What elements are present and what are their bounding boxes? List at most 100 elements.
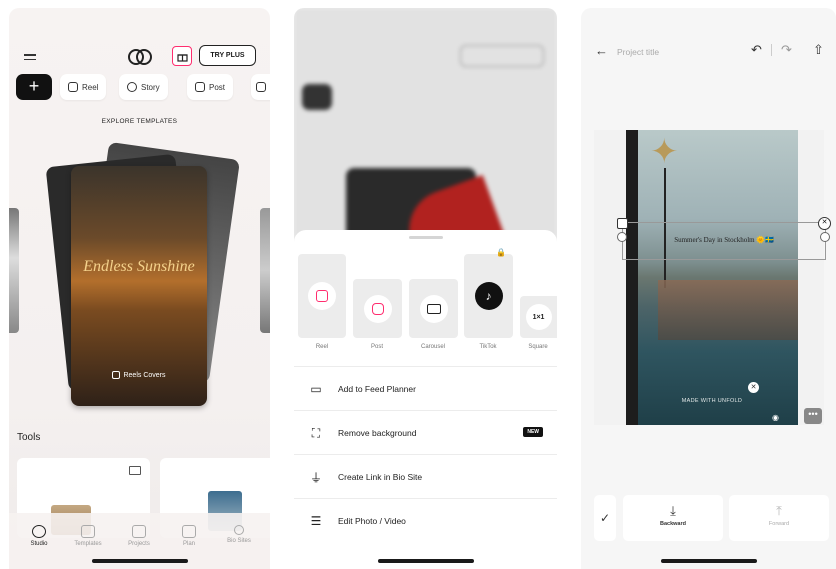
menu-create-link-in-bio-site[interactable]: ⏚ Create Link in Bio Site xyxy=(294,454,557,499)
forward-button[interactable]: ⤒ Forward xyxy=(729,495,829,541)
template-thumbnail[interactable] xyxy=(260,208,270,333)
tab-plan[interactable]: Plan xyxy=(166,525,212,547)
format-tiktok[interactable]: 🔒 ♪ xyxy=(464,248,513,338)
menu-edit-photo-video[interactable]: ☰ Edit Photo / Video xyxy=(294,498,557,543)
blurred-background xyxy=(294,8,557,281)
menu-label: Add to Feed Planner xyxy=(338,384,416,394)
story-icon xyxy=(127,82,137,92)
explore-templates-title: EXPLORE TEMPLATES xyxy=(101,118,178,125)
menu-icon[interactable] xyxy=(24,54,36,60)
reel-icon xyxy=(68,82,78,92)
format-post[interactable] xyxy=(353,279,402,338)
backward-label: Backward xyxy=(660,521,686,527)
tab-projects[interactable]: Projects xyxy=(116,525,162,547)
try-plus-button[interactable]: TRY PLUS xyxy=(199,45,256,66)
undo-icon[interactable]: ↶ xyxy=(751,42,762,58)
menu-add-to-feed-planner[interactable]: ▭ Add to Feed Planner xyxy=(294,366,557,411)
chip-label: Story xyxy=(141,82,160,92)
photo-pole xyxy=(626,130,638,425)
more-options-icon[interactable]: ••• xyxy=(804,408,822,424)
reel-icon xyxy=(308,282,336,310)
watermark-text: MADE WITH UNFOLD xyxy=(681,398,743,404)
reel-icon xyxy=(112,371,121,379)
sliders-icon: ☰ xyxy=(310,514,322,528)
photo-city xyxy=(658,280,798,340)
tab-label: Studio xyxy=(30,541,48,547)
home-indicator xyxy=(660,559,757,563)
tab-templates[interactable]: Templates xyxy=(65,525,111,547)
resize-handle-icon[interactable] xyxy=(617,232,627,242)
carousel-icon xyxy=(129,466,141,475)
chip-story[interactable]: Story xyxy=(119,74,168,100)
calendar-icon: ▭ xyxy=(310,382,322,396)
remove-text-icon[interactable]: ✕ xyxy=(818,217,831,230)
backward-button[interactable]: ⤓ Backward xyxy=(623,495,723,541)
tiktok-icon: ♪ xyxy=(474,282,503,310)
arrow-down-icon: ⤓ xyxy=(670,503,676,518)
create-button[interactable]: + xyxy=(16,74,52,100)
square-icon: 1×1 xyxy=(525,304,552,330)
canvas[interactable]: ✦ Summer's Day in Stockholm 🌞🇸🇪 ✕ ✕ MADE… xyxy=(594,130,831,425)
format-reel[interactable] xyxy=(298,254,346,338)
format-label: Carousel xyxy=(420,344,445,350)
caption-text[interactable]: Summer's Day in Stockholm 🌞🇸🇪 xyxy=(623,236,825,244)
tab-label: Projects xyxy=(128,541,150,547)
share-icon[interactable]: ⇧ xyxy=(813,42,824,58)
back-arrow-icon[interactable]: ← xyxy=(595,43,608,58)
menu-remove-background[interactable]: ⛶ Remove background NEW xyxy=(294,410,557,455)
tab-studio[interactable]: Studio xyxy=(16,525,62,547)
confirm-button[interactable]: ✓ xyxy=(594,495,616,541)
format-label: Reel xyxy=(315,344,329,350)
card-badge: Reels Covers xyxy=(71,371,207,379)
tab-label: Plan xyxy=(182,541,195,547)
star-ornament-icon: ✦ xyxy=(650,133,679,171)
text-selection-box[interactable]: Summer's Day in Stockholm 🌞🇸🇪 ✕ xyxy=(617,217,831,260)
instagram-icon xyxy=(363,294,392,323)
unfold-logo-icon xyxy=(127,46,153,73)
redo-icon[interactable]: ↷ xyxy=(781,42,792,58)
template-card[interactable]: Endless Sunshine Reels Covers xyxy=(71,166,207,406)
chip-reel[interactable]: Reel xyxy=(60,74,107,100)
tab-label: Bio Sites xyxy=(227,538,251,544)
card-title: Endless Sunshine xyxy=(83,258,195,275)
forward-label: Forward xyxy=(768,521,790,527)
blurred-button xyxy=(302,84,332,110)
tab-bio-sites[interactable]: Bio Sites xyxy=(216,525,262,544)
card-badge-label: Reels Covers xyxy=(123,371,166,379)
format-label: TikTok xyxy=(479,344,497,350)
tab-label: Templates xyxy=(74,541,102,547)
lock-icon: 🔒 xyxy=(496,248,506,257)
close-watermark-icon[interactable]: ✕ xyxy=(748,382,759,393)
format-square[interactable]: 1×1 xyxy=(520,296,557,338)
resize-handle-icon[interactable] xyxy=(820,232,830,242)
chip-more[interactable] xyxy=(251,74,270,100)
profile-icon: ⏚ xyxy=(309,470,322,485)
template-thumbnail[interactable] xyxy=(9,208,19,333)
new-badge: NEW xyxy=(523,427,543,437)
chip-post[interactable]: Post xyxy=(187,74,234,100)
home-indicator xyxy=(377,559,474,563)
home-indicator xyxy=(91,559,188,563)
format-label: Post xyxy=(370,344,383,350)
format-carousel[interactable] xyxy=(409,279,458,338)
visibility-icon[interactable]: ◉ xyxy=(772,413,779,422)
resize-handle-icon[interactable] xyxy=(617,218,628,229)
post-icon xyxy=(195,82,205,92)
carousel-icon xyxy=(256,82,266,92)
chip-label: Post xyxy=(209,82,226,92)
project-title[interactable]: Project title xyxy=(617,47,659,57)
toolbar-divider xyxy=(771,44,772,56)
carousel-icon xyxy=(419,294,448,323)
chip-label: Reel xyxy=(82,82,99,92)
person-icon: ⛶ xyxy=(311,425,321,440)
blurred-button xyxy=(460,45,544,67)
gift-icon[interactable] xyxy=(172,46,192,66)
sheet-handle[interactable] xyxy=(409,236,443,239)
menu-label: Create Link in Bio Site xyxy=(338,472,423,482)
canvas-photo: ✦ xyxy=(626,130,798,425)
check-icon: ✓ xyxy=(599,511,611,525)
format-label: Square xyxy=(528,344,548,350)
menu-label: Remove background xyxy=(338,428,417,438)
create-sheet-screen: 🔒 ♪ 1×1 Reel Post Carousel TikTok Square… xyxy=(294,8,557,569)
tools-title: Tools xyxy=(17,432,41,443)
